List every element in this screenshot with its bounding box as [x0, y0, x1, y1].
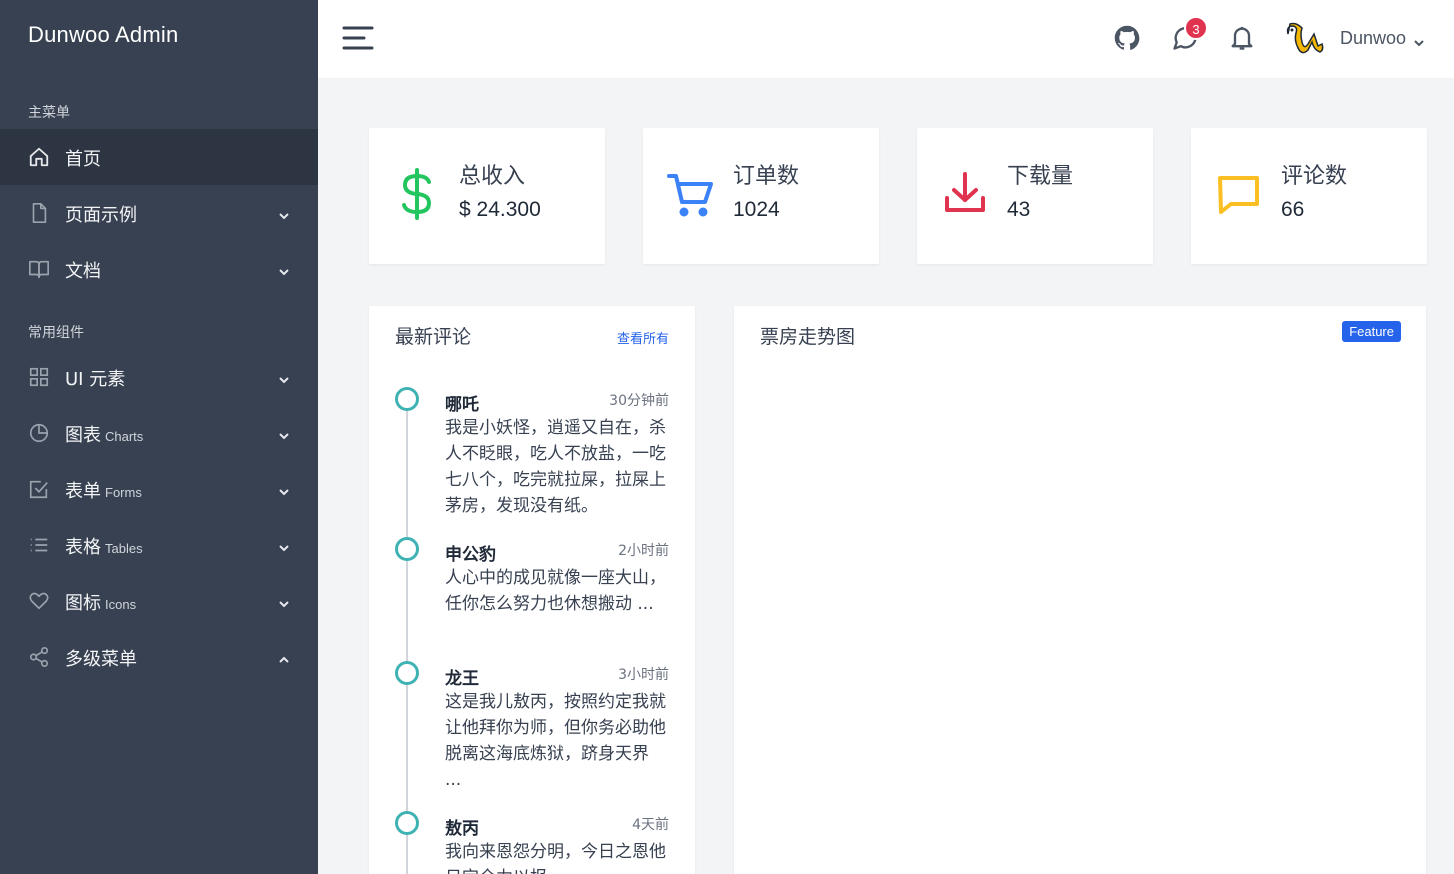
stat-card-downloads: 下载量 43 — [917, 128, 1153, 264]
top-header: 3 Dunwoo — [318, 0, 1454, 78]
chevron-down-icon — [278, 539, 290, 552]
stat-card-revenue: 总收入 $ 24.300 — [369, 128, 605, 264]
chevron-down-icon — [278, 483, 290, 496]
avatar[interactable] — [1284, 20, 1326, 60]
pie-chart-icon — [28, 422, 50, 444]
sidebar-item-sublabel: Tables — [105, 541, 143, 556]
box-office-chart-panel: 票房走势图 Feature — [734, 306, 1426, 874]
comment-text: 人心中的成见就像一座大山，任你怎么努力也休想搬动 ... — [445, 568, 666, 614]
chevron-down-icon — [278, 207, 290, 220]
timeline-dot — [395, 661, 419, 685]
sidebar-item-label-main: 表单 — [65, 481, 101, 502]
sidebar-item-sublabel: Charts — [105, 429, 144, 444]
sidebar-item-label-main: 图表 — [65, 425, 101, 446]
sidebar-item-icons[interactable]: 图标 Icons — [0, 573, 318, 629]
menu-toggle-icon[interactable] — [342, 25, 374, 51]
file-icon — [28, 202, 50, 224]
feature-badge: Feature — [1342, 321, 1401, 342]
comment-author: 龙王 — [445, 669, 479, 689]
latest-comments-panel: 最新评论 查看所有 哪吒 30分钟前 我是小妖怪，逍遥又自在，杀人不眨眼，吃人不… — [369, 306, 695, 874]
stat-title: 订单数 — [733, 164, 800, 189]
sidebar-item-label-main: 表格 — [65, 537, 101, 558]
stat-value: 1024 — [733, 198, 780, 221]
chevron-down-icon — [278, 263, 290, 276]
stat-title: 总收入 — [459, 164, 526, 189]
section-label-components: 常用组件 — [28, 325, 84, 341]
timeline-dot — [395, 387, 419, 411]
chevron-down-icon — [278, 427, 290, 440]
user-name[interactable]: Dunwoo — [1340, 28, 1406, 49]
chevron-up-icon — [278, 651, 290, 663]
book-icon — [28, 258, 50, 280]
sidebar-item-label: 表格 Tables — [65, 533, 143, 559]
view-all-link[interactable]: 查看所有 — [617, 328, 669, 347]
stat-card-orders: 订单数 1024 — [643, 128, 879, 264]
sidebar-item-label: 图表 Charts — [65, 421, 143, 447]
stat-title: 下载量 — [1007, 164, 1074, 189]
sidebar-item-forms[interactable]: 表单 Forms — [0, 461, 318, 517]
sidebar-item-label: 页面示例 — [65, 205, 137, 226]
sidebar-item-label: 多级菜单 — [65, 649, 137, 670]
comment-time: 30分钟前 — [609, 393, 669, 409]
sidebar-item-label: 文档 — [65, 261, 101, 282]
stat-value: 66 — [1281, 198, 1305, 221]
section-label-main: 主菜单 — [28, 105, 70, 121]
sidebar-item-page-examples[interactable]: 页面示例 — [0, 185, 318, 241]
panel-title: 票房走势图 — [760, 326, 856, 348]
grid-icon — [28, 366, 50, 388]
comment-time: 2小时前 — [618, 543, 669, 559]
sidebar-item-docs[interactable]: 文档 — [0, 241, 318, 297]
sidebar-item-label-main: 图标 — [65, 593, 101, 614]
comment-text: 我是小妖怪，逍遥又自在，杀人不眨眼，吃人不放盐，一吃七八个，吃完就拉屎，拉屎上茅… — [445, 418, 666, 516]
comment-icon — [1215, 168, 1263, 220]
comment-time: 4天前 — [632, 817, 669, 833]
notification-count-badge: 3 — [1184, 16, 1208, 40]
sidebar-item-label: 图标 Icons — [65, 589, 136, 615]
chevron-down-icon[interactable] — [1413, 34, 1425, 47]
comment-author: 哪吒 — [445, 395, 479, 415]
comment-text: 我向来恩怨分明，今日之恩他日定全力以报 — [445, 842, 666, 874]
timeline-dot — [395, 811, 419, 835]
sidebar-item-label: 首页 — [65, 149, 101, 170]
stat-value: $ 24.300 — [459, 198, 541, 221]
sidebar: Dunwoo Admin 主菜单 首页 页面示例 文档 常用组件 UI 元素 图… — [0, 0, 318, 874]
sidebar-item-ui-elements[interactable]: UI 元素 — [0, 349, 318, 405]
list-icon — [28, 534, 50, 556]
sidebar-item-sublabel: Icons — [105, 597, 137, 612]
sidebar-item-charts[interactable]: 图表 Charts — [0, 405, 318, 461]
timeline-dot — [395, 537, 419, 561]
heart-icon — [28, 590, 50, 612]
sidebar-item-home[interactable]: 首页 — [0, 129, 318, 185]
sidebar-item-label: 表单 Forms — [65, 477, 142, 503]
comment-author: 敖丙 — [445, 819, 479, 839]
comment-author: 申公豹 — [445, 545, 496, 565]
github-icon[interactable] — [1113, 24, 1141, 52]
download-icon — [941, 168, 989, 220]
sidebar-item-multilevel-menu[interactable]: 多级菜单 — [0, 629, 318, 685]
stat-card-comments: 评论数 66 — [1191, 128, 1427, 264]
checkbox-icon — [28, 478, 50, 500]
comment-time: 3小时前 — [618, 667, 669, 683]
stat-value: 43 — [1007, 198, 1031, 221]
timeline-line — [406, 401, 408, 874]
home-icon — [28, 146, 50, 168]
bell-icon[interactable] — [1228, 24, 1256, 52]
brand-title[interactable]: Dunwoo Admin — [28, 22, 178, 48]
chevron-down-icon — [278, 595, 290, 608]
cart-icon — [667, 168, 715, 220]
chevron-down-icon — [278, 371, 290, 384]
dollar-icon — [393, 168, 441, 220]
sidebar-item-label: UI 元素 — [65, 369, 126, 390]
share-icon — [28, 646, 50, 668]
comment-text: 这是我儿敖丙，按照约定我就让他拜你为师，但你务必助他脱离这海底炼狱，跻身天界 .… — [445, 692, 666, 790]
panel-title: 最新评论 — [395, 326, 472, 348]
sidebar-item-sublabel: Forms — [105, 485, 142, 500]
sidebar-item-tables[interactable]: 表格 Tables — [0, 517, 318, 573]
stat-title: 评论数 — [1281, 164, 1348, 189]
